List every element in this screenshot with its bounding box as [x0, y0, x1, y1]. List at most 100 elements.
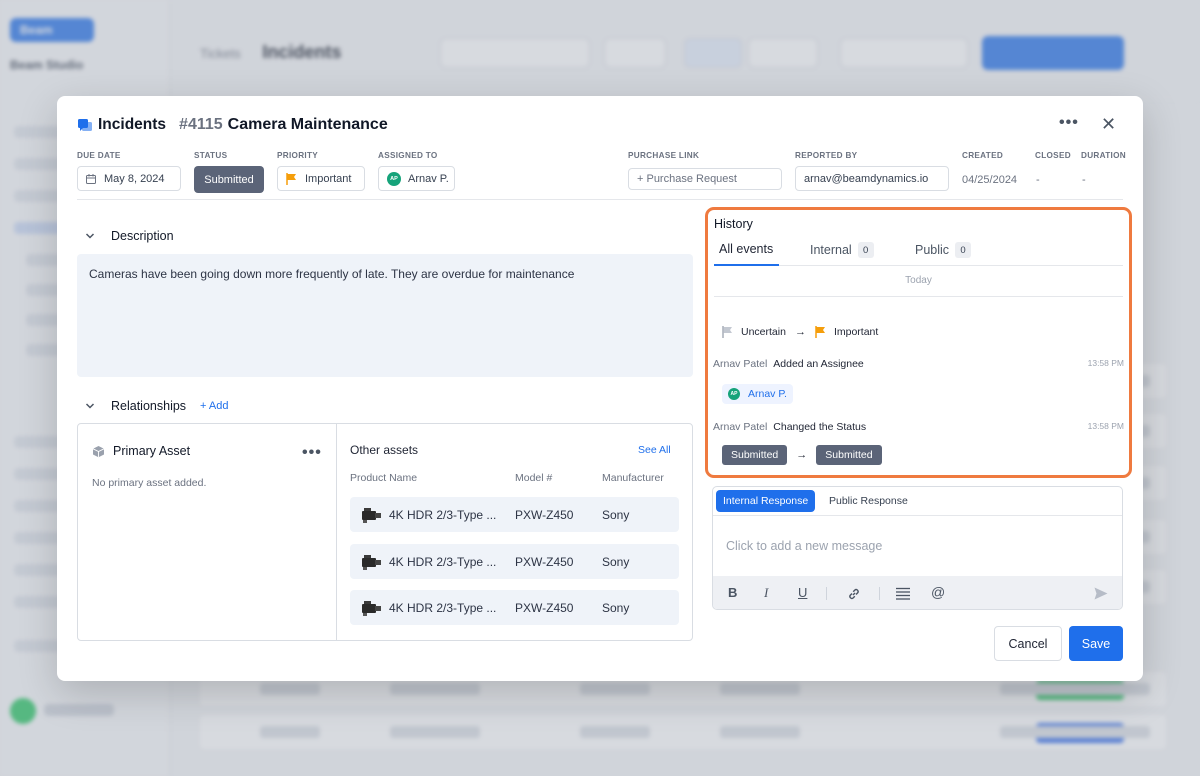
status-from-chip: Submitted	[722, 445, 788, 465]
history-panel: History All events Internal 0 Public 0 T…	[705, 207, 1132, 478]
asset-manufacturer: Sony	[602, 507, 630, 522]
priority-value: Important	[305, 172, 352, 185]
ticket-title[interactable]: Camera Maintenance	[228, 116, 388, 134]
event-user: Arnav Patel	[713, 358, 768, 370]
other-assets-title: Other assets	[350, 443, 419, 457]
asset-model: PXW-Z450	[515, 554, 574, 569]
header-divider	[77, 199, 1123, 200]
flag-icon	[815, 326, 825, 338]
see-all-link[interactable]: See All	[638, 444, 671, 456]
modal-title: Incidents #4115 Camera Maintenance	[77, 116, 388, 134]
assignee-event: Arnav Patel Added an Assignee	[713, 358, 864, 370]
more-horizontal-icon[interactable]: •••	[1059, 114, 1079, 132]
tab-internal-response[interactable]: Internal Response	[716, 490, 816, 512]
status-dropdown[interactable]: Submitted	[194, 166, 264, 193]
asset-row[interactable]: 4K HDR 2/3-Type ... PXW-Z450 Sony	[350, 544, 679, 579]
bold-icon[interactable]: B	[728, 585, 737, 600]
link-icon[interactable]	[847, 587, 861, 601]
tab-label: Internal	[810, 243, 852, 257]
response-composer: Internal Response Public Response B I U …	[712, 486, 1123, 610]
date-separator: Today	[905, 275, 932, 286]
event-action: Changed the Status	[773, 421, 867, 433]
panel-divider	[336, 424, 337, 640]
primary-asset-menu-icon[interactable]: •••	[302, 444, 322, 462]
status-label: STATUS	[194, 151, 228, 160]
duration-label: DURATION	[1081, 151, 1126, 160]
closed-label: CLOSED	[1035, 151, 1071, 160]
column-header: Model #	[515, 472, 553, 484]
arrow-right-icon: →	[796, 449, 808, 461]
created-value: 04/25/2024	[962, 174, 1018, 186]
duration-value: -	[1082, 174, 1086, 186]
asset-row[interactable]: 4K HDR 2/3-Type ... PXW-Z450 Sony	[350, 590, 679, 625]
mention-icon[interactable]: @	[931, 584, 945, 600]
closed-value: -	[1036, 174, 1040, 186]
primary-asset-empty: No primary asset added.	[92, 477, 207, 489]
asset-manufacturer: Sony	[602, 600, 630, 615]
relationships-toggle[interactable]: Relationships + Add	[85, 399, 229, 413]
camera-icon	[362, 600, 381, 616]
flag-icon	[722, 326, 732, 338]
flag-icon	[286, 172, 296, 185]
ticket-number: #4115	[179, 116, 223, 133]
asset-model: PXW-Z450	[515, 600, 574, 615]
tab-internal[interactable]: Internal 0	[810, 242, 874, 258]
primary-asset-title: Primary Asset	[92, 444, 190, 458]
due-date-value: May 8, 2024	[104, 172, 165, 185]
tab-count: 0	[955, 242, 972, 258]
avatar: AP	[387, 171, 401, 186]
avatar: AP	[728, 388, 740, 400]
reported-by-field[interactable]: arnav@beamdynamics.io	[795, 166, 949, 191]
incident-modal: Incidents #4115 Camera Maintenance ••• ✕…	[57, 96, 1143, 681]
tab-label: All events	[719, 242, 774, 256]
history-title: History	[714, 217, 753, 231]
editor-toolbar: B I U @	[713, 576, 1122, 609]
asset-manufacturer: Sony	[602, 554, 630, 569]
priority-to: Important	[833, 326, 879, 338]
due-date-label: DUE DATE	[77, 151, 121, 160]
due-date-field[interactable]: May 8, 2024	[77, 166, 181, 191]
tab-all-events[interactable]: All events	[719, 242, 773, 256]
purchase-link-label: PURCHASE LINK	[628, 151, 700, 160]
italic-icon[interactable]: I	[764, 585, 768, 601]
send-icon[interactable]	[1094, 587, 1108, 600]
box-icon	[92, 445, 105, 457]
event-time: 13:58 PM	[1087, 358, 1124, 368]
status-change: Submitted → Submitted	[722, 445, 882, 465]
list-icon[interactable]	[896, 587, 910, 600]
purchase-request-button[interactable]: + Purchase Request	[628, 168, 782, 190]
priority-dropdown[interactable]: Important	[277, 166, 365, 191]
close-icon[interactable]: ✕	[1101, 114, 1116, 135]
asset-model: PXW-Z450	[515, 507, 574, 522]
date-divider	[714, 296, 1123, 297]
arrow-right-icon: →	[794, 326, 806, 338]
tab-public-response[interactable]: Public Response	[829, 490, 908, 512]
save-button[interactable]: Save	[1069, 626, 1123, 661]
add-relationship-button[interactable]: + Add	[200, 400, 228, 412]
description-text[interactable]: Cameras have been going down more freque…	[77, 254, 693, 377]
created-label: CREATED	[962, 151, 1004, 160]
primary-asset-label: Primary Asset	[113, 444, 191, 458]
column-header: Manufacturer	[602, 472, 664, 484]
assigned-label: ASSIGNED TO	[378, 151, 438, 160]
cancel-button[interactable]: Cancel	[994, 626, 1062, 661]
asset-row[interactable]: 4K HDR 2/3-Type ... PXW-Z450 Sony	[350, 497, 679, 532]
incidents-icon	[78, 119, 92, 131]
reported-by-label: REPORTED BY	[795, 151, 858, 160]
description-toggle[interactable]: Description	[85, 229, 174, 243]
asset-name: 4K HDR 2/3-Type ...	[389, 507, 497, 522]
underline-icon[interactable]: U	[798, 585, 807, 600]
asset-name: 4K HDR 2/3-Type ...	[389, 554, 497, 569]
modal-section-title: Incidents	[98, 116, 167, 133]
asset-name: 4K HDR 2/3-Type ...	[389, 600, 497, 615]
toolbar-separator	[879, 587, 880, 600]
description-heading: Description	[111, 229, 174, 243]
assignee-field[interactable]: AP Arnav P.	[378, 166, 455, 191]
message-input[interactable]	[713, 516, 1122, 576]
tab-label: Public	[915, 243, 950, 257]
event-user: Arnav Patel	[713, 421, 768, 433]
chevron-down-icon	[85, 403, 95, 409]
tab-public[interactable]: Public 0	[915, 242, 972, 258]
tab-count: 0	[857, 242, 874, 258]
relationships-panel: Primary Asset ••• No primary asset added…	[77, 423, 693, 641]
